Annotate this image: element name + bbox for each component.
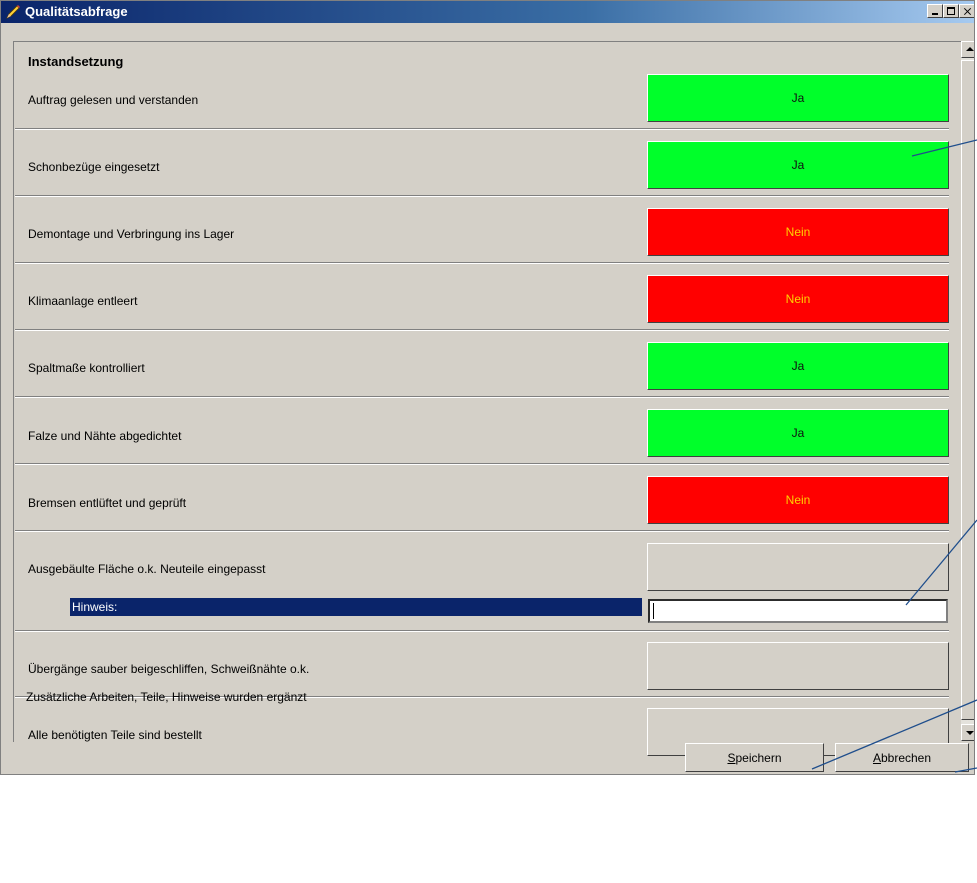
scroll-up-button[interactable] bbox=[961, 41, 974, 58]
row-separator bbox=[15, 128, 949, 130]
minimize-button[interactable] bbox=[927, 4, 943, 18]
row-label: Auftrag gelesen und verstanden bbox=[28, 93, 199, 107]
maximize-button[interactable] bbox=[943, 4, 959, 18]
row-label: Falze und Nähte abgedichtet bbox=[28, 429, 182, 443]
row-label: Schonbezüge eingesetzt bbox=[28, 160, 160, 174]
row-separator bbox=[15, 530, 949, 532]
arrow-down-icon bbox=[966, 731, 974, 735]
scroll-down-button[interactable] bbox=[961, 724, 974, 741]
question-list: Instandsetzung Auftrag gelesen und verst… bbox=[13, 41, 961, 756]
hinweis-input[interactable] bbox=[648, 599, 948, 623]
cancel-hotkey: A bbox=[872, 750, 881, 765]
row-label: Zusätzliche Arbeiten, Teile, Hinweise wu… bbox=[26, 690, 307, 704]
save-button[interactable]: Speichern bbox=[685, 743, 824, 772]
row-label: Spaltmaße kontrolliert bbox=[28, 361, 145, 375]
row-label: Übergänge sauber beigeschliffen, Schweiß… bbox=[28, 662, 310, 676]
row-separator bbox=[15, 463, 949, 465]
row-separator bbox=[15, 329, 949, 331]
section-title: Instandsetzung bbox=[28, 54, 124, 69]
scroll-thumb[interactable] bbox=[961, 60, 974, 720]
answer-button-empty[interactable] bbox=[647, 543, 949, 591]
row-separator bbox=[15, 262, 949, 264]
row-separator bbox=[15, 195, 949, 197]
window-title: Qualitätsabfrage bbox=[25, 4, 128, 19]
row-label: Demontage und Verbringung ins Lager bbox=[28, 227, 235, 241]
answer-button-nein[interactable]: Nein bbox=[647, 476, 949, 524]
hinweis-label: Hinweis: bbox=[70, 598, 642, 616]
row-label: Alle benötigten Teile sind bestellt bbox=[28, 728, 202, 742]
answer-button-empty[interactable] bbox=[647, 642, 949, 690]
save-label: peichern bbox=[735, 750, 782, 765]
row-11-area: Zusätzliche Arbeiten, Teile, Hinweise wu… bbox=[12, 690, 677, 771]
answer-button-nein[interactable]: Nein bbox=[647, 275, 949, 323]
row-label: Bremsen entlüftet und geprüft bbox=[28, 496, 187, 510]
answer-button-nein[interactable]: Nein bbox=[647, 208, 949, 256]
answer-button-ja[interactable]: Ja bbox=[647, 409, 949, 457]
cancel-button[interactable]: Abbrechen bbox=[835, 743, 969, 772]
row-label: Ausgebäulte Fläche o.k. Neuteile eingepa… bbox=[28, 562, 266, 576]
vertical-scrollbar[interactable] bbox=[961, 41, 974, 741]
answer-button-ja[interactable]: Ja bbox=[647, 342, 949, 390]
answer-button-ja[interactable]: Ja bbox=[647, 141, 949, 189]
quality-dialog-window: Qualitätsabfrage Instandsetzung Auftrag … bbox=[0, 0, 975, 775]
cancel-label: bbrechen bbox=[880, 750, 932, 765]
save-hotkey: S bbox=[727, 750, 736, 765]
row-separator bbox=[15, 396, 949, 398]
row-label: Klimaanlage entleert bbox=[28, 294, 138, 308]
text-caret bbox=[653, 603, 654, 619]
answer-button-ja[interactable]: Ja bbox=[647, 74, 949, 122]
pencil-icon bbox=[6, 5, 20, 19]
title-bar[interactable]: Qualitätsabfrage bbox=[1, 1, 974, 23]
row-separator bbox=[15, 630, 949, 632]
close-button[interactable] bbox=[959, 4, 974, 18]
arrow-up-icon bbox=[966, 47, 974, 51]
